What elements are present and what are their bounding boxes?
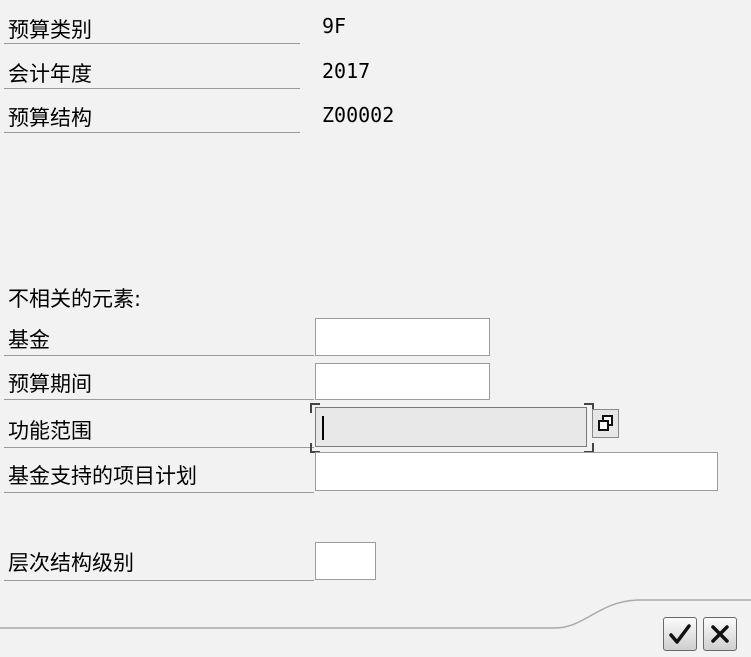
hierarchy-level-underline	[4, 580, 314, 581]
confirm-button[interactable]	[663, 617, 697, 651]
fund-underline	[4, 355, 314, 356]
budget-structure-underline	[4, 132, 300, 133]
text-cursor	[322, 416, 324, 440]
fund-input[interactable]	[315, 318, 490, 356]
budget-period-label: 预算期间	[8, 372, 92, 396]
functional-area-input[interactable]	[315, 407, 587, 447]
budget-period-underline	[4, 399, 314, 400]
footer-divider-curve	[0, 599, 751, 629]
check-icon	[669, 624, 691, 644]
functional-area-underline	[4, 447, 314, 448]
budget-structure-value: Z00002	[322, 103, 395, 127]
value-help-button[interactable]	[592, 409, 619, 438]
budget-structure-label: 预算结构	[8, 106, 92, 130]
cancel-button[interactable]	[703, 617, 737, 651]
budget-category-value: 9F	[322, 14, 347, 38]
fiscal-year-label: 会计年度	[8, 62, 92, 86]
funded-program-label: 基金支持的项目计划	[8, 464, 197, 488]
funded-program-underline	[4, 492, 314, 493]
fiscal-year-value: 2017	[322, 59, 371, 83]
functional-area-label: 功能范围	[8, 419, 92, 443]
hierarchy-level-input[interactable]	[315, 542, 376, 580]
budget-period-input[interactable]	[315, 363, 490, 400]
value-help-icon-front	[598, 420, 609, 431]
budget-category-underline	[4, 43, 300, 44]
funded-program-input[interactable]	[315, 452, 718, 491]
cancel-icon	[711, 625, 729, 643]
budget-category-label: 预算类别	[8, 18, 92, 42]
irrelevant-elements-title: 不相关的元素:	[8, 287, 142, 311]
fiscal-year-underline	[4, 88, 300, 89]
hierarchy-level-label: 层次结构级别	[8, 551, 134, 575]
fund-label: 基金	[8, 328, 50, 352]
focus-corner-tl	[310, 403, 320, 413]
